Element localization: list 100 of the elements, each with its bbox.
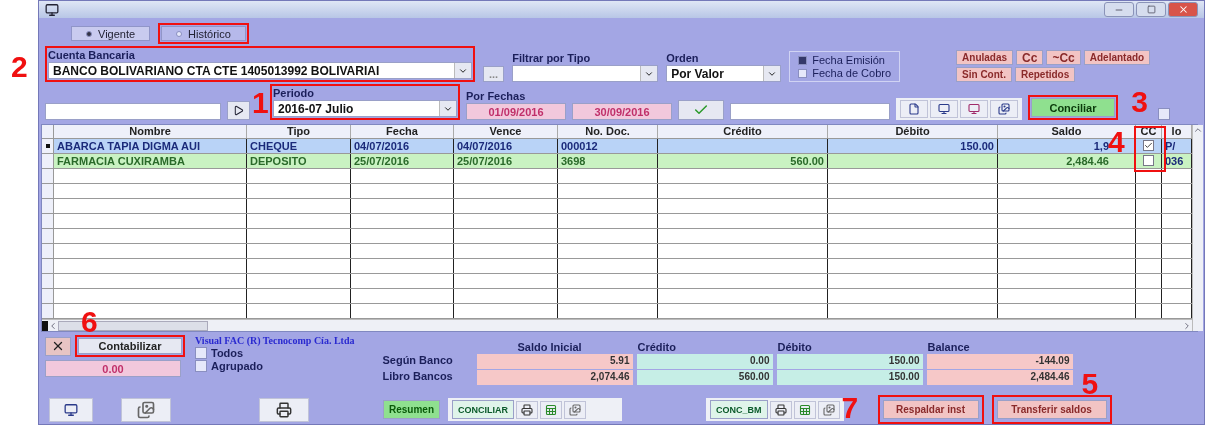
summary-value: 560.00: [637, 370, 774, 385]
excel-button[interactable]: [540, 400, 562, 419]
summary-value: 150.00: [777, 370, 924, 385]
summary-header: Balance: [927, 341, 971, 353]
row-header[interactable]: [42, 139, 54, 153]
minimize-button[interactable]: [1104, 2, 1134, 17]
radio-option[interactable]: Fecha de Cobro: [798, 67, 892, 79]
pictures-icon: [137, 400, 155, 419]
print-button[interactable]: [769, 400, 792, 419]
conc-bm-button[interactable]: CONC_BM: [710, 400, 768, 419]
annotation-number: 1: [252, 88, 269, 118]
close-button[interactable]: [1168, 2, 1198, 17]
date-field[interactable]: 30/09/2016: [572, 103, 672, 120]
print-button[interactable]: [259, 397, 309, 422]
table-cell: 150.00: [828, 139, 998, 153]
summary-header: Saldo Inicial: [516, 341, 583, 353]
document-icon: [908, 103, 920, 115]
column-header: Fecha: [351, 125, 454, 138]
column-header: Vence: [454, 125, 558, 138]
tab[interactable]: Histórico: [161, 26, 246, 41]
filter-button[interactable]: Repetidos: [1014, 67, 1076, 82]
table-cell: 04/07/2016: [454, 139, 558, 153]
checkbox-option[interactable]: Todos: [195, 347, 355, 359]
toolbar-button[interactable]: [900, 100, 928, 118]
pictures-icon: [998, 103, 1010, 115]
checkbox[interactable]: [1158, 108, 1170, 120]
go-button[interactable]: [227, 101, 250, 120]
summary-value: 2,074.46: [477, 370, 634, 385]
backup-button[interactable]: Respaldar inst: [882, 400, 979, 419]
table-row[interactable]: FARMACIA CUXIRAMBA DEPOSITO 25/07/2016 25/07/2016 3698 560.00 2,484.46 036: [42, 154, 1192, 169]
print-button[interactable]: [516, 400, 538, 419]
excel-button[interactable]: [793, 400, 816, 419]
filter-button[interactable]: Sin Cont.: [956, 67, 1012, 82]
filter-button[interactable]: Adelantado: [1083, 50, 1151, 65]
checkbox[interactable]: [1143, 155, 1154, 166]
date-field[interactable]: 01/09/2016: [466, 103, 566, 120]
tab[interactable]: Vigente: [71, 26, 151, 41]
maximize-icon: [1146, 5, 1156, 14]
annotation-number: 5: [1081, 369, 1099, 399]
current-row-icon: [45, 144, 50, 148]
column-header: Crédito: [658, 125, 828, 138]
period-dropdown[interactable]: 2016-07 Julio: [273, 100, 457, 117]
radio-option[interactable]: Fecha Emisión: [798, 54, 892, 66]
checkbox-option[interactable]: Agrupado: [195, 360, 355, 372]
column-header: Tipo: [247, 125, 351, 138]
clear-button[interactable]: [45, 336, 71, 356]
toolbar-button[interactable]: [930, 100, 958, 118]
conciliar-report-button[interactable]: CONCILIAR: [452, 400, 514, 419]
toolbar-button[interactable]: [960, 100, 988, 118]
filter-button[interactable]: Anuladas: [956, 50, 1014, 65]
spreadsheet-icon: [798, 403, 811, 416]
maximize-button[interactable]: [1136, 2, 1166, 17]
vertical-scrollbar[interactable]: [1192, 125, 1203, 331]
toolbar-button[interactable]: [49, 397, 93, 422]
summary-value: 150.00: [777, 354, 924, 369]
scrollbar-edge: [42, 320, 48, 331]
toolbar-button[interactable]: [121, 397, 171, 422]
transfer-button[interactable]: Transferir saldos: [996, 400, 1107, 419]
table-cell: DEPOSITO: [247, 154, 351, 168]
type-dropdown[interactable]: [512, 65, 659, 82]
table-cell: CHEQUE: [247, 139, 351, 153]
column-header: Nombre: [54, 125, 247, 138]
summary-value: 2,484.46: [927, 370, 1074, 385]
close-icon: [51, 339, 65, 353]
order-dropdown[interactable]: Por Valor: [666, 65, 782, 82]
column-header: Débito: [828, 125, 998, 138]
table-cell: 560.00: [658, 154, 828, 168]
search-field[interactable]: [45, 103, 221, 120]
field-label: Orden: [666, 52, 700, 64]
column-header: No. Doc.: [558, 125, 658, 138]
annotation-number: 6: [81, 307, 98, 337]
close-icon: [1177, 4, 1189, 15]
summary-header: Crédito: [637, 341, 677, 353]
resumen-button[interactable]: Resumen: [383, 400, 440, 419]
summary-label: Libro Bancos: [382, 370, 454, 384]
text-field[interactable]: [730, 103, 890, 120]
company-text: Visual FAC (R) Tecnocomp Cía. Ltda: [195, 335, 355, 346]
printer-icon: [521, 403, 533, 416]
table-cell: 3698: [558, 154, 658, 168]
conciliar-button[interactable]: Conciliar: [1031, 98, 1115, 117]
column-header: lo: [1162, 125, 1192, 138]
total-field: 0.00: [45, 360, 181, 377]
field-label: Filtrar por Tipo: [512, 52, 592, 64]
filter-button[interactable]: ~Cc: [1046, 50, 1081, 65]
field-label: Cuenta Bancaria: [48, 49, 136, 61]
toolbar-button[interactable]: [990, 100, 1018, 118]
table-cell: 04/07/2016: [351, 139, 454, 153]
toolbar-button[interactable]: [817, 400, 840, 419]
spreadsheet-icon: [545, 403, 557, 416]
summary-value: 5.91: [477, 354, 634, 369]
account-dropdown[interactable]: BANCO BOLIVARIANO CTA CTE 1405013992 BOLIVARIAI: [48, 62, 472, 79]
contabilizar-button[interactable]: Contabilizar: [78, 338, 182, 354]
table-cell: ABARCA TAPIA DIGMA AUI: [54, 139, 247, 153]
toolbar-button[interactable]: [564, 400, 586, 419]
apply-button[interactable]: [678, 100, 724, 120]
checkbox[interactable]: [1143, 140, 1154, 151]
summary-value: -144.09: [927, 354, 1074, 369]
summary-value: 0.00: [637, 354, 774, 369]
field-label: Periodo: [273, 87, 315, 99]
filter-button[interactable]: Cc: [1016, 50, 1044, 65]
